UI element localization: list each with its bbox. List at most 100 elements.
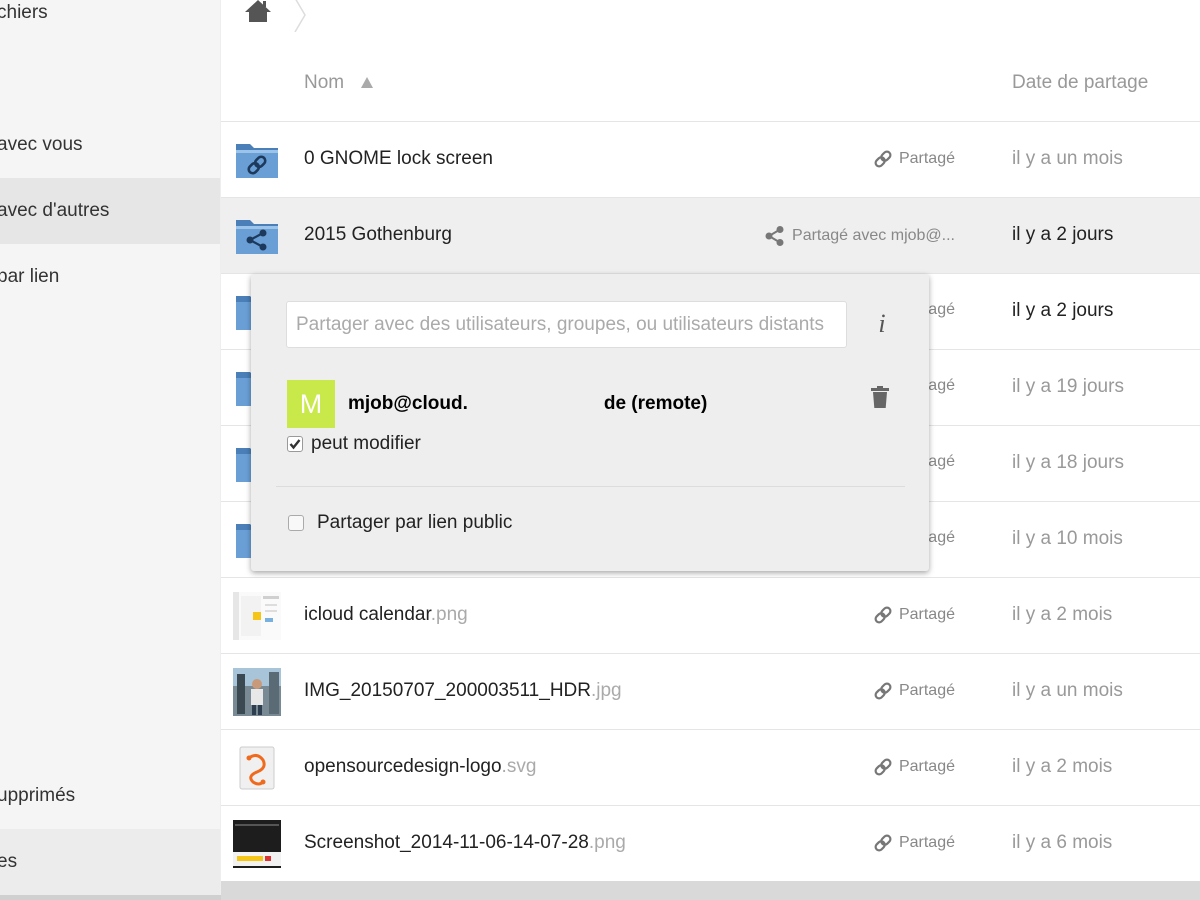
link-icon — [874, 834, 892, 852]
file-basename: opensourcedesign-logo — [304, 756, 502, 777]
file-name[interactable]: Screenshot_2014-11-06-14-07-28.png — [304, 832, 626, 854]
link-icon — [874, 606, 892, 624]
file-extension: .png — [588, 832, 626, 853]
share-date: il y a un mois — [1012, 680, 1123, 701]
share-status-label: Partagé — [898, 150, 955, 167]
sidebar-item-all-files[interactable]: chiers — [0, 0, 220, 46]
file-row[interactable]: Screenshot_2014-11-06-14-07-28.png Parta… — [221, 806, 1200, 882]
share-status[interactable]: Partagé — [873, 605, 955, 625]
breadcrumb — [221, 0, 1200, 46]
divider — [276, 486, 905, 487]
sidebar-item-label: es — [0, 851, 18, 872]
share-recipient-name: mjob@cloud. de (remote) — [348, 393, 707, 415]
file-basename: icloud calendar — [304, 604, 431, 625]
sidebar-item-label: par lien — [0, 266, 60, 287]
share-status[interactable]: agé — [928, 529, 955, 547]
share-date: il y a 18 jours — [1012, 452, 1124, 473]
sidebar-item-shared-with-others[interactable]: avec d'autres — [0, 178, 220, 244]
sidebar-item-label: chiers — [0, 2, 48, 23]
sidebar-bottom-edge — [0, 895, 221, 900]
public-link-checkbox[interactable] — [288, 515, 304, 531]
file-row[interactable]: icloud calendar.png Partagé il y a 2 moi… — [221, 578, 1200, 654]
share-status[interactable]: Partagé — [873, 757, 955, 777]
link-icon — [874, 758, 892, 776]
checkmark-icon — [289, 439, 301, 450]
file-extension: .jpg — [590, 680, 622, 701]
share-date: il y a 2 mois — [1012, 756, 1113, 777]
share-status-label: Partagé — [898, 834, 955, 851]
file-name[interactable]: 0 GNOME lock screen — [304, 148, 493, 170]
share-status[interactable]: agé — [928, 377, 955, 395]
sidebar: chiers avec vous avec d'autres par lien … — [0, 0, 221, 900]
sidebar-item-label: avec vous — [0, 134, 83, 155]
share-status[interactable]: Partagé — [873, 681, 955, 701]
link-icon — [874, 150, 892, 168]
file-basename: 2015 Gothenburg — [304, 224, 452, 245]
share-date: il y a 19 jours — [1012, 376, 1124, 397]
sidebar-item-shared-with-you[interactable]: avec vous — [0, 112, 220, 178]
sidebar-item-deleted-files[interactable]: upprimés — [0, 763, 220, 829]
folder-link-icon — [236, 144, 278, 178]
photo-thumbnail — [233, 668, 281, 716]
share-status-label: Partagé — [898, 682, 955, 699]
sidebar-item-label: avec d'autres — [0, 200, 110, 221]
file-extension: .svg — [501, 756, 537, 777]
sidebar-item-shared-by-link[interactable]: par lien — [0, 244, 220, 310]
file-name[interactable]: 2015 Gothenburg — [304, 224, 452, 246]
share-date: il y a 10 mois — [1012, 528, 1123, 549]
share-status-label: Partagé — [898, 606, 955, 623]
share-status-label: agé — [928, 301, 955, 318]
share-status-label: Partagé avec mjob@... — [792, 227, 955, 244]
file-basename: 0 GNOME lock screen — [304, 148, 493, 169]
share-with-input[interactable] — [286, 301, 847, 348]
breadcrumb-separator-icon — [294, 0, 306, 32]
sort-ascending-icon[interactable] — [360, 76, 374, 90]
share-date: il y a 6 mois — [1012, 832, 1113, 853]
share-date: il y a 2 mois — [1012, 604, 1113, 625]
svg-logo-thumbnail — [239, 746, 275, 790]
screenshot-thumbnail — [233, 820, 281, 868]
sidebar-item-label: upprimés — [0, 785, 76, 806]
share-status[interactable]: agé — [928, 453, 955, 471]
file-basename: IMG_20150707_200003511_HDR — [304, 680, 591, 701]
recipient-name-suffix: de (remote) — [603, 393, 708, 414]
file-name[interactable]: icloud calendar.png — [304, 604, 468, 626]
share-date: il y a un mois — [1012, 148, 1123, 169]
file-name[interactable]: opensourcedesign-logo.svg — [304, 756, 536, 778]
avatar: M — [287, 380, 335, 428]
share-status[interactable]: agé — [928, 301, 955, 319]
file-list-header: Nom Date de partage — [221, 46, 1200, 122]
share-date: il y a 2 jours — [1012, 224, 1114, 245]
share-status[interactable]: Partagé avec mjob@... — [764, 225, 955, 247]
share-dropdown: i M mjob@cloud. de (remote) peut modifier… — [251, 274, 929, 571]
file-row[interactable]: IMG_20150707_200003511_HDR.jpg Partagé i… — [221, 654, 1200, 730]
sidebar-item-settings[interactable]: es — [0, 829, 220, 895]
trash-icon[interactable] — [871, 386, 889, 408]
home-icon[interactable] — [245, 0, 271, 24]
share-status-label: agé — [928, 529, 955, 546]
file-basename: Screenshot_2014-11-06-14-07-28 — [304, 832, 589, 853]
file-row[interactable]: 0 GNOME lock screen Partagé il y a un mo… — [221, 122, 1200, 198]
column-header-name[interactable]: Nom — [304, 72, 344, 94]
share-date: il y a 2 jours — [1012, 300, 1114, 321]
share-icon — [765, 226, 784, 246]
file-row-selected[interactable]: 2015 Gothenburg Partagé avec mjob@... il… — [221, 198, 1200, 274]
can-edit-checkbox[interactable] — [287, 436, 303, 452]
file-row[interactable]: opensourcedesign-logo.svg Partagé il y a… — [221, 730, 1200, 806]
recipient-name-prefix: mjob@cloud. — [348, 393, 468, 414]
link-icon — [874, 682, 892, 700]
file-extension: .png — [430, 604, 468, 625]
horizontal-scrollbar[interactable] — [221, 881, 1200, 900]
image-thumbnail — [233, 592, 281, 640]
share-status-label: Partagé — [898, 758, 955, 775]
file-name[interactable]: IMG_20150707_200003511_HDR.jpg — [304, 680, 622, 702]
info-icon[interactable]: i — [875, 310, 889, 338]
folder-shared-icon — [236, 220, 278, 254]
share-status-label: agé — [928, 453, 955, 470]
public-link-label[interactable]: Partager par lien public — [317, 512, 512, 534]
share-status[interactable]: Partagé — [873, 833, 955, 853]
share-status[interactable]: Partagé — [873, 149, 955, 169]
column-header-share-date[interactable]: Date de partage — [1012, 72, 1148, 94]
share-status-label: agé — [928, 377, 955, 394]
can-edit-label[interactable]: peut modifier — [311, 433, 421, 455]
